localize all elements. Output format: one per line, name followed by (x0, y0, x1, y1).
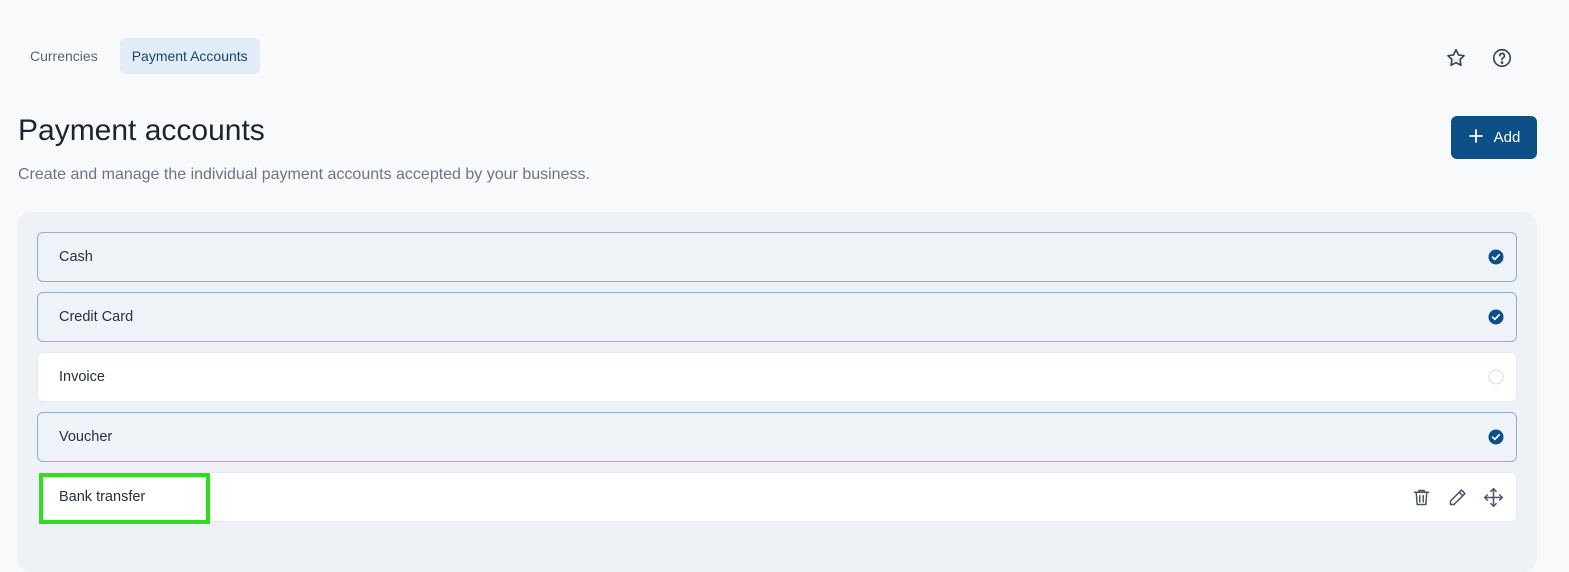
account-name: Voucher (59, 429, 113, 445)
trash-icon[interactable] (1410, 486, 1432, 508)
checked-circle-icon[interactable] (1488, 429, 1504, 445)
add-button-label: Add (1493, 129, 1521, 146)
plus-icon (1468, 128, 1484, 148)
account-row-voucher[interactable]: Voucher (37, 412, 1517, 462)
help-circle-icon[interactable] (1491, 44, 1513, 72)
move-icon[interactable] (1482, 486, 1504, 508)
account-name: Credit Card (59, 309, 134, 325)
tab-currencies[interactable]: Currencies (18, 38, 110, 74)
unchecked-circle-icon[interactable] (1488, 369, 1504, 385)
account-row-credit-card[interactable]: Credit Card (37, 292, 1517, 342)
payment-accounts-list: Cash Credit Card Invoice Voucher Bank tr… (17, 212, 1537, 572)
add-button[interactable]: Add (1451, 116, 1537, 159)
account-name: Invoice (59, 369, 105, 385)
pencil-icon[interactable] (1446, 486, 1468, 508)
row-actions (1410, 486, 1504, 508)
tab-payment-accounts[interactable]: Payment Accounts (119, 38, 260, 74)
settings-tabs: Currencies Payment Accounts (18, 38, 260, 74)
account-row-invoice[interactable]: Invoice (37, 352, 1517, 402)
page-title: Payment accounts (18, 114, 265, 147)
account-name: Bank transfer (59, 489, 146, 505)
account-name: Cash (59, 249, 93, 265)
account-row-bank-transfer[interactable]: Bank transfer (37, 472, 1517, 522)
checked-circle-icon[interactable] (1488, 249, 1504, 265)
star-icon[interactable] (1445, 44, 1467, 72)
account-row-cash[interactable]: Cash (37, 232, 1517, 282)
checked-circle-icon[interactable] (1488, 309, 1504, 325)
header-actions (1445, 44, 1513, 72)
page-subtitle: Create and manage the individual payment… (18, 166, 590, 183)
